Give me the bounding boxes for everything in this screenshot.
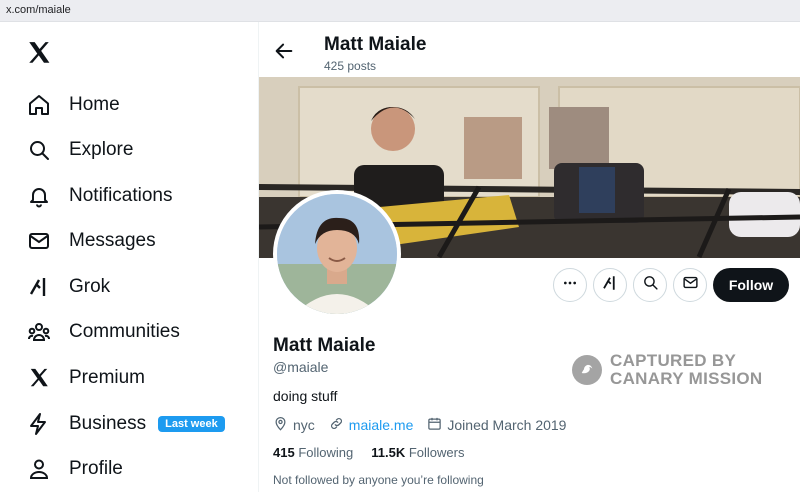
location-text: nyc <box>293 417 315 433</box>
joined-item: Joined March 2019 <box>427 416 566 434</box>
search-icon <box>642 274 659 296</box>
nav-grok[interactable]: Grok <box>26 272 110 302</box>
follow-button[interactable]: Follow <box>713 268 789 302</box>
home-icon <box>26 92 52 118</box>
bird-logo-icon <box>572 355 602 385</box>
nav-business-label: Business <box>69 413 147 434</box>
nav-explore-label: Explore <box>69 139 134 160</box>
grok-icon <box>601 274 619 297</box>
browser-address-bar[interactable]: x.com/maiale <box>0 0 800 22</box>
profile-name: Matt Maiale <box>273 335 376 356</box>
profile-avatar[interactable] <box>273 190 401 318</box>
nav-grok-label: Grok <box>69 276 111 297</box>
watermark-line-2: CANARY MISSION <box>610 369 763 388</box>
header-post-count: 425 posts <box>324 59 377 73</box>
website-item: maiale.me <box>329 416 414 434</box>
nav-business[interactable]: Business Last week <box>26 409 225 439</box>
sidebar: Home Explore Notifications Messages Grok… <box>0 22 258 492</box>
nav-premium[interactable]: Premium <box>26 363 145 393</box>
nav-profile[interactable]: Profile <box>26 454 123 484</box>
website-link[interactable]: maiale.me <box>349 417 414 433</box>
x-logo-icon[interactable] <box>26 40 54 68</box>
search-icon <box>26 137 52 163</box>
following-link[interactable]: 415 Following <box>273 445 353 460</box>
follow-stats: 415 Following 11.5K Followers <box>273 445 482 460</box>
following-label: Following <box>298 445 354 460</box>
nav-communities[interactable]: Communities <box>26 317 180 347</box>
followers-count: 11.5K <box>371 445 406 460</box>
nav-notifications-label: Notifications <box>69 185 173 206</box>
nav-profile-label: Profile <box>69 458 123 479</box>
link-icon <box>329 416 349 434</box>
bell-icon <box>26 183 52 209</box>
nav-messages[interactable]: Messages <box>26 226 156 256</box>
ellipsis-icon <box>562 275 578 296</box>
url-text: x.com/maiale <box>6 4 71 16</box>
followers-label: Followers <box>408 445 465 460</box>
x-logo-icon <box>26 365 52 391</box>
nav-notifications[interactable]: Notifications <box>26 181 173 211</box>
profile-header: Matt Maiale 425 posts <box>259 22 800 77</box>
search-profile-button[interactable] <box>633 268 667 302</box>
watermark-line-1: CAPTURED BY <box>610 351 737 370</box>
profile-handle: @maiale <box>273 359 329 375</box>
followed-by-text: Not followed by anyone you’re following <box>273 473 484 487</box>
nav-communities-label: Communities <box>69 321 180 342</box>
envelope-icon <box>26 228 52 254</box>
message-button[interactable] <box>673 268 707 302</box>
people-icon <box>26 319 52 345</box>
profile-bio: doing stuff <box>273 388 338 404</box>
joined-text: Joined March 2019 <box>447 417 567 433</box>
location-item: nyc <box>273 416 315 434</box>
following-count: 415 <box>273 445 295 460</box>
watermark: CAPTURED BY CANARY MISSION <box>572 352 763 388</box>
followers-link[interactable]: 11.5K Followers <box>371 445 464 460</box>
nav-home[interactable]: Home <box>26 90 120 120</box>
calendar-icon <box>427 416 447 434</box>
nav-messages-label: Messages <box>69 230 156 251</box>
grok-icon <box>26 274 52 300</box>
nav-explore[interactable]: Explore <box>26 135 133 165</box>
more-options-button[interactable] <box>553 268 587 302</box>
header-name: Matt Maiale <box>324 34 427 55</box>
back-arrow-icon[interactable] <box>273 40 295 62</box>
grok-button[interactable] <box>593 268 627 302</box>
lightning-icon <box>26 411 52 437</box>
envelope-icon <box>682 274 699 296</box>
profile-meta: nyc maiale.me Joined March 2019 <box>273 416 580 434</box>
profile-column: Matt Maiale 425 posts Follow Matt Maiale… <box>259 22 800 492</box>
nav-premium-label: Premium <box>69 367 146 388</box>
location-pin-icon <box>273 416 293 434</box>
person-icon <box>26 456 52 482</box>
nav-home-label: Home <box>69 94 120 115</box>
business-badge: Last week <box>158 416 225 432</box>
